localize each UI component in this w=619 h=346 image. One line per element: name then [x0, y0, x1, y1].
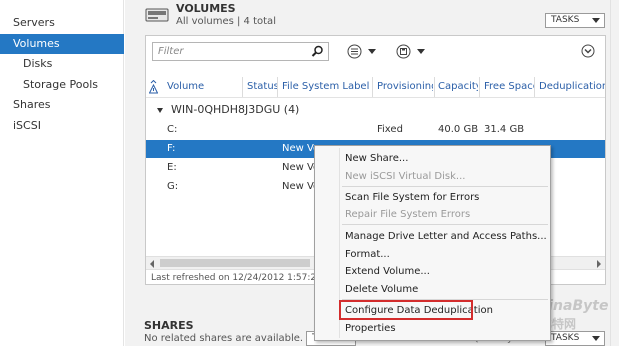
menu-separator — [342, 186, 548, 187]
tasks-label: TASKS — [551, 15, 580, 25]
shares-title: SHARES — [144, 319, 194, 332]
chevron-down-icon[interactable] — [368, 49, 376, 54]
cell-volume: E: — [167, 162, 177, 173]
menu-item-scan-file-system[interactable]: Scan File System for Errors — [345, 192, 479, 203]
search-icon[interactable] — [311, 45, 324, 58]
chevron-down-icon[interactable] — [417, 49, 425, 54]
column-header-volume[interactable]: Volume — [167, 77, 239, 97]
column-header-status[interactable]: Status — [247, 77, 277, 97]
scroll-right-icon[interactable] — [597, 260, 601, 268]
table-row[interactable]: C: Fixed 40.0 GB 31.4 GB — [146, 121, 605, 139]
menu-item-extend-volume[interactable]: Extend Volume... — [345, 266, 430, 277]
menu-item-new-iscsi-virtual-disk: New iSCSI Virtual Disk... — [345, 171, 466, 182]
scroll-left-icon[interactable] — [150, 260, 154, 268]
filter-box[interactable]: Filter — [152, 42, 329, 61]
cell-provisioning: Fixed — [377, 124, 403, 135]
scrollbar-thumb[interactable] — [160, 259, 310, 267]
cell-volume: F: — [167, 143, 176, 154]
warning-sort-icon[interactable] — [149, 80, 158, 94]
column-separator[interactable] — [277, 77, 278, 97]
column-separator[interactable] — [534, 77, 535, 97]
last-refreshed-text: Last refreshed on 12/24/2012 1:57:29 A — [151, 273, 331, 283]
cell-volume: G: — [167, 181, 179, 192]
collapse-triangle-icon[interactable] — [157, 107, 163, 113]
column-separator[interactable] — [242, 77, 243, 97]
nav-item-shares[interactable]: Shares — [0, 95, 124, 115]
left-navigation: Servers Volumes Disks Storage Pools Shar… — [0, 0, 124, 346]
save-query-icon[interactable] — [396, 44, 411, 59]
context-tasks-dropdown[interactable]: TASKS — [545, 331, 605, 346]
column-header-file-system-label[interactable]: File System Label — [282, 77, 372, 97]
column-separator[interactable] — [372, 77, 373, 97]
cell-capacity: 40.0 GB — [438, 124, 479, 135]
volume-drive-icon — [145, 8, 169, 22]
nav-item-servers[interactable]: Servers — [0, 13, 124, 33]
nav-item-iscsi[interactable]: iSCSI — [0, 116, 124, 136]
column-header-deduplication-rate[interactable]: Deduplication R — [539, 77, 605, 97]
menu-item-properties[interactable]: Properties — [345, 323, 396, 334]
menu-item-new-share[interactable]: New Share... — [345, 153, 408, 164]
column-header-provisioning[interactable]: Provisioning — [377, 77, 433, 97]
tasks-label: TASKS — [551, 333, 580, 343]
shares-subtitle: No related shares are available. — [144, 333, 304, 344]
expand-collapse-icon[interactable] — [581, 44, 595, 58]
volumes-title: VOLUMES — [176, 2, 236, 15]
menu-item-repair-file-system: Repair File System Errors — [345, 209, 471, 220]
column-header-capacity[interactable]: Capacity — [438, 77, 478, 97]
chevron-down-icon — [592, 336, 600, 341]
server-group-label: WIN-0QHDH8J3DGU (4) — [171, 103, 300, 116]
nav-item-disks[interactable]: Disks — [0, 54, 124, 74]
annotation-highlight-box — [339, 300, 473, 320]
nav-item-volumes[interactable]: Volumes — [0, 34, 124, 54]
column-separator[interactable] — [434, 77, 435, 97]
cell-volume: C: — [167, 124, 178, 135]
right-divider — [610, 0, 611, 346]
filter-input[interactable]: Filter — [158, 46, 184, 57]
volumes-tasks-dropdown[interactable]: TASKS — [545, 13, 605, 28]
menu-item-format[interactable]: Format... — [345, 249, 390, 260]
column-separator[interactable] — [479, 77, 480, 97]
menu-item-manage-drive-letter[interactable]: Manage Drive Letter and Access Paths... — [345, 231, 547, 242]
menu-item-delete-volume[interactable]: Delete Volume — [345, 284, 418, 295]
menu-separator — [342, 224, 548, 225]
server-group-header[interactable]: WIN-0QHDH8J3DGU (4) — [157, 103, 299, 119]
column-header-free-space[interactable]: Free Space — [484, 77, 534, 97]
cell-free-space: 31.4 GB — [484, 124, 525, 135]
nav-item-storage-pools[interactable]: Storage Pools — [0, 75, 124, 95]
header-divider — [146, 97, 605, 98]
volumes-subtitle: All volumes | 4 total — [176, 16, 276, 27]
chevron-down-icon — [592, 18, 600, 23]
group-by-icon[interactable] — [347, 44, 362, 59]
